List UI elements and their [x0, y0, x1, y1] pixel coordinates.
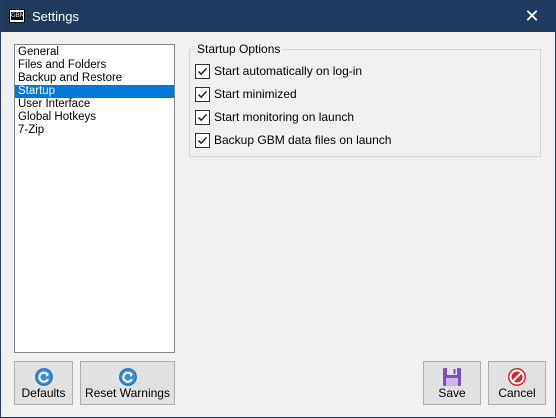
- refresh-icon: [34, 368, 53, 386]
- checkmark-icon: [197, 90, 208, 99]
- start-monitoring-label[interactable]: Start monitoring on launch: [214, 110, 354, 125]
- save-button-label: Save: [438, 386, 466, 400]
- settings-category-list[interactable]: General Files and Folders Backup and Res…: [14, 44, 175, 353]
- settings-window: GBM Settings ✕ General Files and Folders…: [0, 0, 556, 418]
- nav-item-7zip[interactable]: 7-Zip: [15, 124, 174, 137]
- start-automatically-checkbox[interactable]: [195, 64, 210, 79]
- start-minimized-label[interactable]: Start minimized: [214, 87, 297, 102]
- start-minimized-checkbox[interactable]: [195, 87, 210, 102]
- startup-options-group: Startup Options Start automatically on l…: [189, 42, 541, 157]
- nav-item-startup[interactable]: Startup: [15, 85, 174, 98]
- checkmark-icon: [197, 136, 208, 145]
- defaults-button-label: Defaults: [21, 386, 66, 400]
- checkmark-icon: [197, 113, 208, 122]
- app-icon: GBM: [9, 9, 25, 23]
- start-automatically-label[interactable]: Start automatically on log-in: [214, 64, 362, 79]
- nav-item-global-hotkeys[interactable]: Global Hotkeys: [15, 111, 174, 124]
- window-title: Settings: [32, 9, 79, 24]
- cancel-button-label: Cancel: [498, 386, 536, 400]
- backup-data-files-checkbox[interactable]: [195, 133, 210, 148]
- save-button[interactable]: Save: [423, 361, 481, 405]
- checkmark-icon: [197, 67, 208, 76]
- start-monitoring-checkbox[interactable]: [195, 110, 210, 125]
- nav-item-files-and-folders[interactable]: Files and Folders: [15, 59, 174, 72]
- nav-item-general[interactable]: General: [15, 46, 174, 59]
- title-bar[interactable]: GBM Settings ✕: [1, 1, 555, 32]
- reset-warnings-button-label: Reset Warnings: [85, 386, 170, 400]
- app-icon-text: GBM: [11, 12, 23, 20]
- cancel-button[interactable]: Cancel: [488, 361, 546, 405]
- no-entry-icon: [508, 368, 526, 386]
- close-button[interactable]: ✕: [509, 1, 555, 32]
- nav-item-user-interface[interactable]: User Interface: [15, 98, 174, 111]
- close-icon[interactable]: ✕: [524, 6, 539, 27]
- nav-item-backup-and-restore[interactable]: Backup and Restore: [15, 72, 174, 85]
- floppy-disk-icon: [443, 368, 461, 386]
- refresh-icon: [118, 368, 137, 386]
- defaults-button[interactable]: Defaults: [14, 361, 73, 405]
- reset-warnings-button[interactable]: Reset Warnings: [80, 361, 175, 405]
- startup-options-legend: Startup Options: [195, 42, 283, 56]
- backup-data-files-label[interactable]: Backup GBM data files on launch: [214, 133, 391, 148]
